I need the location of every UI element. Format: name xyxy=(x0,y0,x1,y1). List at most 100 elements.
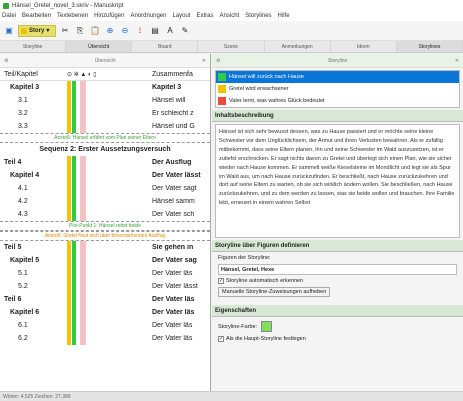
tree-row[interactable]: 6.2 Der Vater läs xyxy=(0,332,210,345)
storyline-color-icon xyxy=(218,85,226,93)
tree-row[interactable]: 5.1 Der Vater läs xyxy=(0,267,210,280)
menu-item[interactable]: Storylines xyxy=(245,13,271,19)
status-stripes xyxy=(61,182,87,195)
title-bar: Hänsel_Gretel_novel_3.skriv - Manuskript xyxy=(0,0,463,11)
status-stripes xyxy=(61,81,87,94)
tree-row[interactable]: Teil 6 Der Vater läs xyxy=(0,293,210,306)
tree-row[interactable]: 4.1 Der Vater sagt xyxy=(0,182,210,195)
paste-icon[interactable]: 📋 xyxy=(89,25,101,37)
menu-item[interactable]: Datei xyxy=(2,13,16,19)
plot-note: Plot-Punkt 1: Hänsel rettet beide xyxy=(0,221,210,231)
main-storyline-checkbox[interactable]: ✓ xyxy=(218,336,224,342)
tree-row-summary: Er schleicht z xyxy=(152,110,194,117)
storyline-title: Storyline xyxy=(327,57,348,64)
figuren-input[interactable]: Hänsel, Gretel, Hexe xyxy=(218,264,457,275)
tab[interactable]: Storylines xyxy=(396,41,463,52)
status-stripes xyxy=(61,332,87,345)
auto-detect-row: ✓ Storyline automatisch erkennen xyxy=(218,278,457,284)
main-storyline-label: Als die Haupt-Storyline festlegen xyxy=(226,336,306,342)
inhalt-textarea[interactable]: Hänsel ist sich sehr bewusst dessen, was… xyxy=(215,124,460,238)
tab[interactable]: Szene xyxy=(198,41,265,52)
figuren-label: Figuren der Storyline: xyxy=(218,255,271,261)
tab[interactable]: Board xyxy=(132,41,199,52)
close-icon[interactable]: ✕ xyxy=(202,58,206,64)
status-stripes xyxy=(61,94,87,107)
status-stripes xyxy=(61,254,87,267)
story-color-icon xyxy=(21,27,27,34)
storyline-item[interactable]: Vater lernt, was wahres Glück bedeutet xyxy=(216,95,459,107)
storyline-label: Vater lernt, was wahres Glück bedeutet xyxy=(229,98,325,104)
storyline-color-icon xyxy=(218,73,226,81)
tree-row[interactable]: 3.3 Hänsel und G xyxy=(0,120,210,133)
tree-row[interactable]: Teil 4 Der Ausflug xyxy=(0,156,210,169)
tree-row-summary: Hänsel und G xyxy=(152,123,195,130)
menu-item[interactable]: Layout xyxy=(172,13,190,19)
save-icon[interactable]: ▣ xyxy=(3,25,15,37)
menu-item[interactable]: Hilfe xyxy=(278,13,290,19)
tree-row-name: 4.1 xyxy=(18,185,28,192)
col-icons[interactable]: ⊙ ✲ ▲ ◐ ▯ xyxy=(67,71,97,78)
status-stripes xyxy=(61,120,87,133)
tree-row-name: Kapitel 3 xyxy=(10,84,40,91)
col-summary[interactable]: Zusammenfa xyxy=(152,71,193,78)
story-selector[interactable]: Story ▾ xyxy=(18,24,56,37)
menu-item[interactable]: Ansicht xyxy=(220,13,240,19)
cut-icon[interactable]: ✂ xyxy=(59,25,71,37)
status-stripes xyxy=(61,319,87,332)
status-stripes xyxy=(61,195,87,208)
window-title: Hänsel_Gretel_novel_3.skriv - Manuskript xyxy=(12,2,124,9)
tree-row-summary: Der Vater läs xyxy=(152,270,193,277)
tab[interactable]: Storyline xyxy=(0,41,67,52)
tree-row[interactable]: 6.1 Der Vater läs xyxy=(0,319,210,332)
status-bar: Wörter: 4.525 Zeichen: 27.389 xyxy=(0,391,463,401)
close-icon[interactable]: ✕ xyxy=(455,58,459,64)
tree-row-summary: Der Vater läs xyxy=(152,296,195,303)
overview-tree: Kapitel 3 Kapitel 3 3.1 Hänsel will 3.2 Er sc… xyxy=(0,81,210,345)
menu-item[interactable]: Textebenen xyxy=(57,13,88,19)
tree-row[interactable]: Kapitel 4 Der Vater lässt xyxy=(0,169,210,182)
storyline-item[interactable]: Hänsel will zurück nach Hause xyxy=(216,71,459,83)
tab[interactable]: Ideen xyxy=(331,41,397,52)
storyline-list[interactable]: Hänsel will zurück nach Hause Gretel wird… xyxy=(215,70,460,108)
toolbar: ▣ Story ▾ ✂ ⎘ 📋 ⊕ ⊖ ⟟ ▤ A ✎ xyxy=(0,21,463,41)
tree-row[interactable]: 5.2 Der Vater lässt xyxy=(0,280,210,293)
text-icon[interactable]: A xyxy=(164,25,176,37)
col-chapter[interactable]: Teil/Kapitel xyxy=(4,71,38,78)
tree-row-name: 5.1 xyxy=(18,270,28,277)
tree-row[interactable]: Kapitel 3 Kapitel 3 xyxy=(0,81,210,94)
menu-item[interactable]: Hinzufügen xyxy=(94,13,124,19)
color-swatch[interactable] xyxy=(261,321,273,332)
tree-row[interactable]: Kapitel 5 Der Vater sag xyxy=(0,254,210,267)
tree-row[interactable]: Teil 5 Sie gehen in xyxy=(0,241,210,254)
status-stripes xyxy=(61,156,87,169)
tab[interactable]: Übersicht xyxy=(66,41,133,52)
app-icon xyxy=(3,2,9,9)
tab-bar: Storyline Übersicht Board Szene Anmerkungen I… xyxy=(0,41,463,53)
tree-row[interactable]: 4.2 Hänsel samm xyxy=(0,195,210,208)
tree-row-summary: Hänsel samm xyxy=(152,198,195,205)
image-icon[interactable]: ▤ xyxy=(149,25,161,37)
zoom-in-icon[interactable]: ⊕ xyxy=(104,25,116,37)
tree-row[interactable]: 4.3 Der Vater sch xyxy=(0,208,210,221)
tab[interactable]: Anmerkungen xyxy=(265,41,331,52)
tree-row[interactable]: Kapitel 6 Der Vater läs xyxy=(0,306,210,319)
tree-row[interactable]: 3.1 Hänsel will xyxy=(0,94,210,107)
manual-reset-button[interactable]: Manuelle Storyline-Zuweisungen aufheben xyxy=(218,287,331,297)
pin-icon[interactable]: ⟟ xyxy=(134,25,146,37)
auto-detect-checkbox[interactable]: ✓ xyxy=(218,278,224,284)
tree-row-summary: Der Vater läs xyxy=(152,309,195,316)
storyline-item[interactable]: Gretel wird erwachsener xyxy=(216,83,459,95)
tree-row-summary: Der Vater sagt xyxy=(152,185,197,192)
menu-item[interactable]: Anordnungen xyxy=(130,13,166,19)
highlight-icon[interactable]: ✎ xyxy=(179,25,191,37)
tree-row-name: Kapitel 4 xyxy=(10,172,40,179)
tree-row-summary: Sie gehen in xyxy=(152,244,194,251)
tree-row[interactable]: 3.2 Er schleicht z xyxy=(0,107,210,120)
menu-item[interactable]: Bearbeiten xyxy=(22,13,51,19)
copy-icon[interactable]: ⎘ xyxy=(74,25,86,37)
status-stripes xyxy=(61,293,87,306)
zoom-out-icon[interactable]: ⊖ xyxy=(119,25,131,37)
tree-row-summary: Der Vater lässt xyxy=(152,172,201,179)
storyline-panel-header: ⚙ Storyline ✕ xyxy=(212,54,463,68)
menu-item[interactable]: Extras xyxy=(197,13,214,19)
